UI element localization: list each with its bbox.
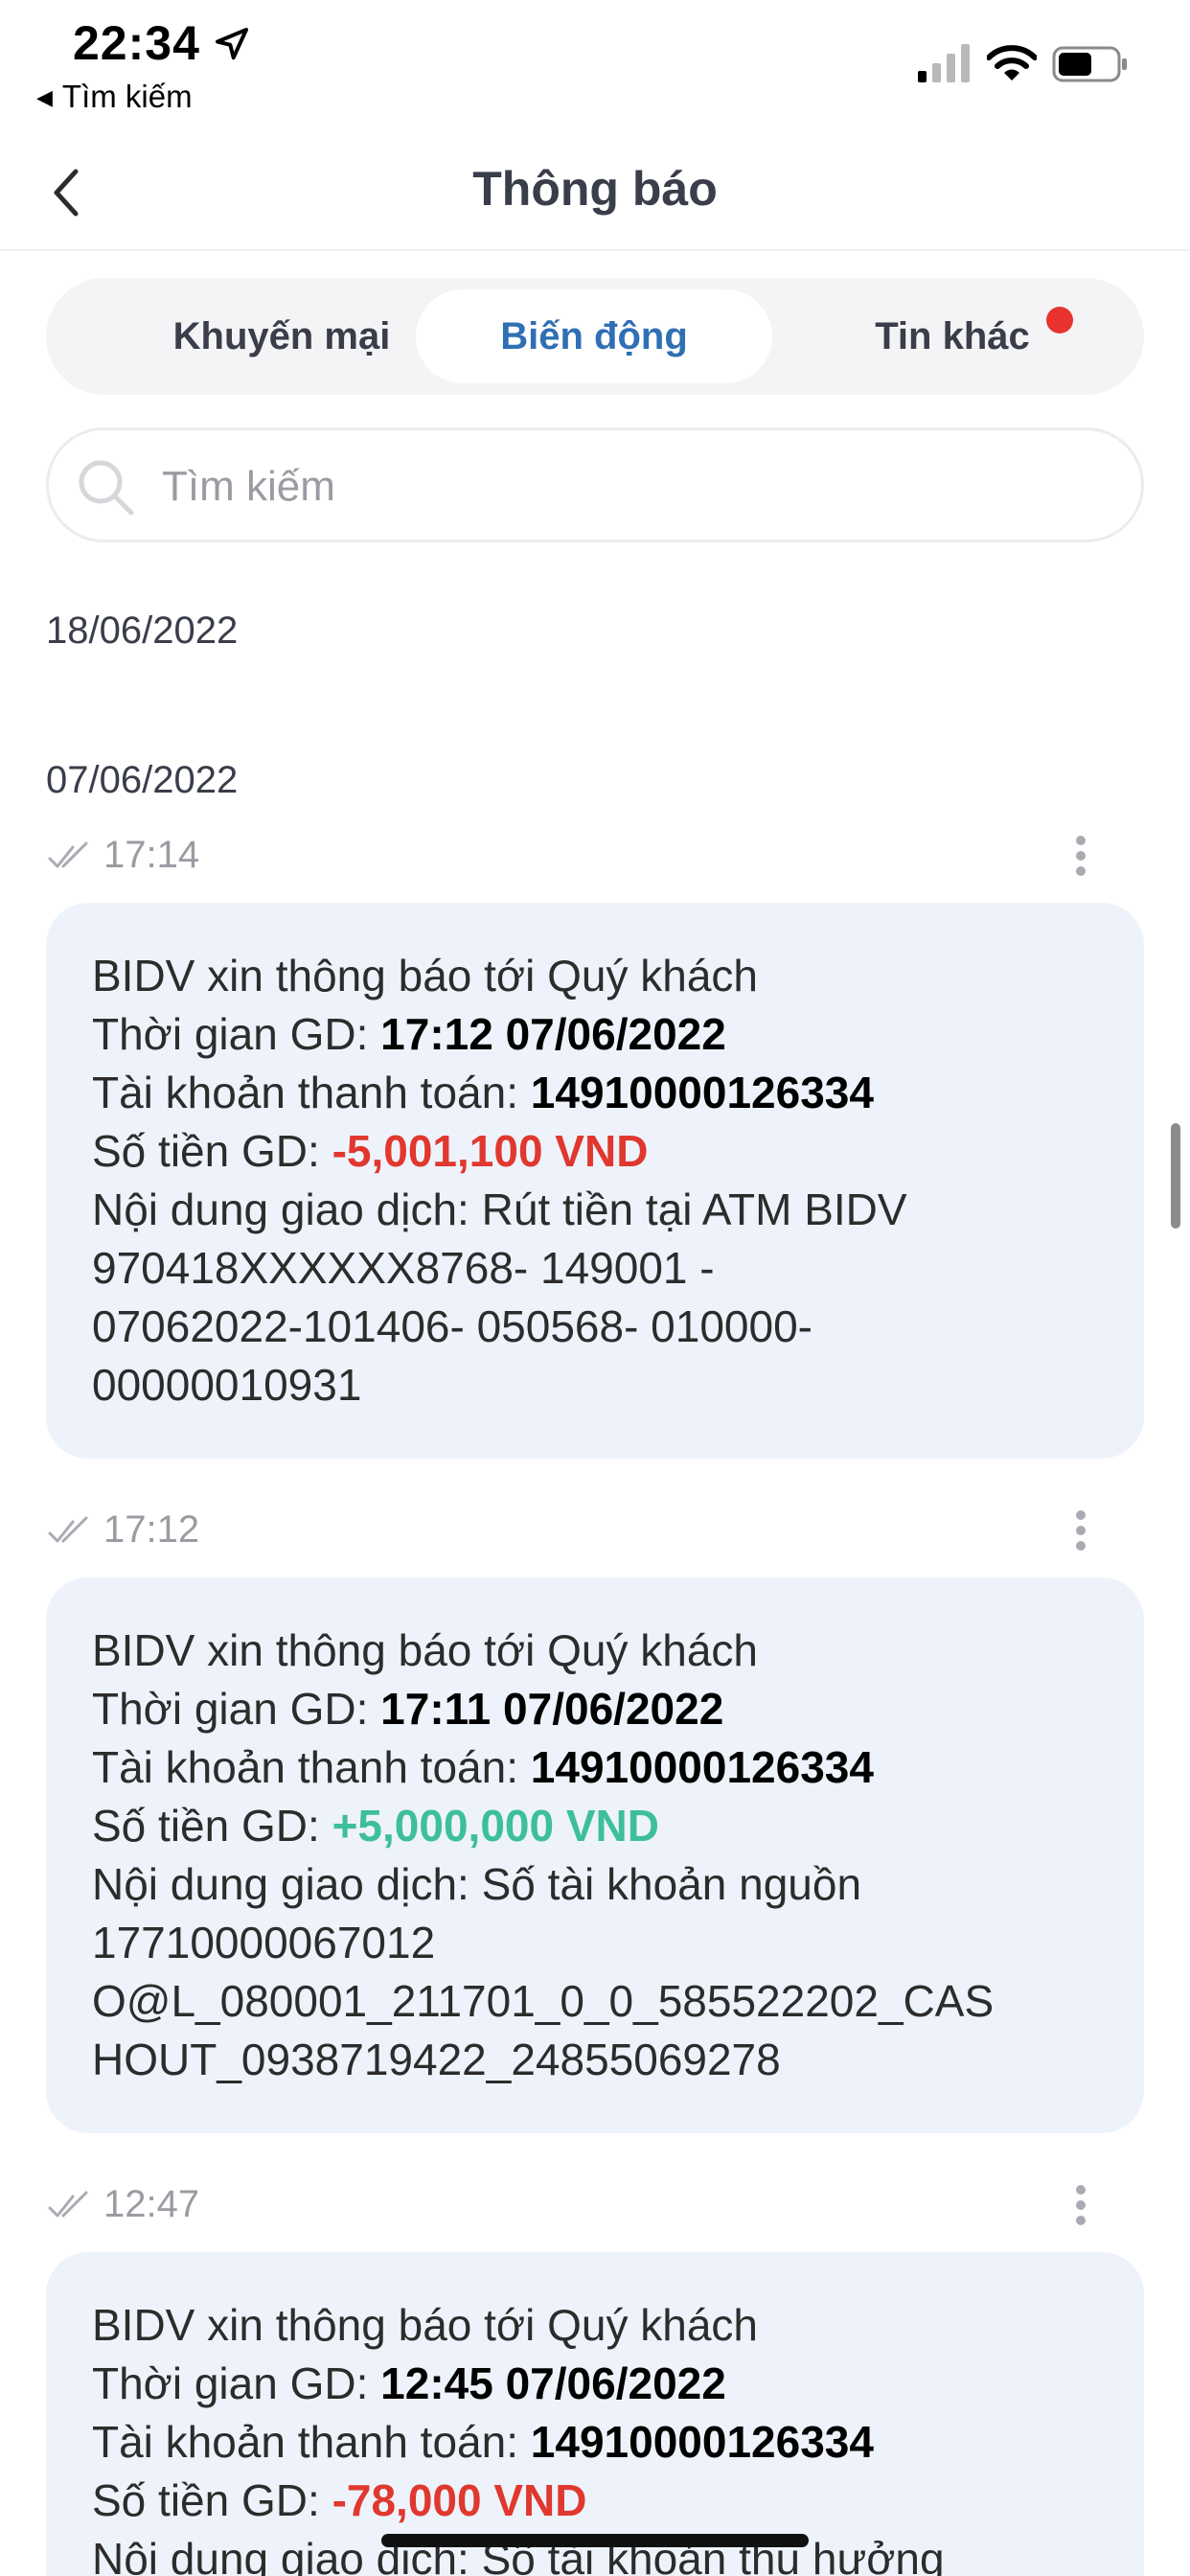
tx-time-label: Thời gian GD: xyxy=(92,1009,381,1059)
card-heading: BIDV xin thông báo tới Quý khách xyxy=(92,1625,758,1675)
tx-time: 17:11 07/06/2022 xyxy=(380,1684,724,1734)
tab-label: Biến động xyxy=(500,314,688,357)
wifi-icon xyxy=(987,45,1037,80)
account-number: 14910000126334 xyxy=(530,2417,874,2467)
content-line: 17710000067012 xyxy=(92,1918,436,1967)
tx-time-label: Thời gian GD: xyxy=(92,2358,381,2408)
notification-tabs: Khuyến mại Biến động Tin khác xyxy=(46,278,1144,395)
transaction-card[interactable]: BIDV xin thông báo tới Quý khách Thời gi… xyxy=(46,2252,1144,2576)
search-placeholder: Tìm kiếm xyxy=(162,463,335,510)
content-line: 07062022-101406- 050568- 010000- xyxy=(92,1301,812,1351)
content-line: Nội dung giao dịch: Số tài khoản nguồn xyxy=(92,1859,862,1909)
tab-label: Tin khác xyxy=(875,314,1030,357)
message-time-row: 17:14 xyxy=(48,834,1144,882)
amount-label: Số tiền GD: xyxy=(92,2475,332,2525)
message-time-row: 12:47 xyxy=(48,2183,1144,2231)
search-icon xyxy=(79,460,134,516)
more-vertical-icon[interactable] xyxy=(1075,836,1087,880)
transaction-card[interactable]: BIDV xin thông báo tới Quý khách Thời gi… xyxy=(46,903,1144,1459)
back-to-app-link[interactable]: ◀ Tìm kiếm xyxy=(36,79,193,115)
date-header: 07/06/2022 xyxy=(46,759,239,801)
tx-time-label: Thời gian GD: xyxy=(92,1684,381,1734)
tab-label: Khuyến mại xyxy=(172,314,391,357)
location-arrow-icon xyxy=(216,28,248,60)
transaction-card[interactable]: BIDV xin thông báo tới Quý khách Thời gi… xyxy=(46,1577,1144,2133)
back-app-label: Tìm kiếm xyxy=(61,79,193,114)
more-vertical-icon[interactable] xyxy=(1075,2185,1087,2229)
message-time: 17:14 xyxy=(103,834,200,876)
status-time: 22:34 xyxy=(73,16,200,70)
date-header: 18/06/2022 xyxy=(46,610,239,652)
message-time-row: 17:12 xyxy=(48,1508,1144,1556)
search-input[interactable]: Tìm kiếm xyxy=(46,427,1144,542)
account-number: 14910000126334 xyxy=(530,1068,874,1117)
double-check-icon xyxy=(48,841,88,868)
card-heading: BIDV xin thông báo tới Quý khách xyxy=(92,951,758,1000)
battery-icon xyxy=(1052,46,1127,82)
double-check-icon xyxy=(48,1516,88,1543)
account-label: Tài khoản thanh toán: xyxy=(92,2417,531,2467)
tx-time: 17:12 07/06/2022 xyxy=(380,1009,726,1059)
amount-value: -5,001,100 VND xyxy=(332,1126,649,1176)
page-title: Thông báo xyxy=(472,162,718,216)
content-line: Nội dung giao dịch: Rút tiền tại ATM BID… xyxy=(92,1184,907,1234)
tab-tin-khac[interactable]: Tin khác xyxy=(774,289,1131,383)
double-check-icon xyxy=(48,2191,88,2218)
tab-khuyen-mai[interactable]: Khuyến mại xyxy=(103,289,460,383)
back-triangle-icon: ◀ xyxy=(36,85,53,109)
content-line: 00000010931 xyxy=(92,1360,362,1410)
tx-time: 12:45 07/06/2022 xyxy=(380,2358,726,2408)
message-time: 17:12 xyxy=(103,1508,200,1551)
account-number: 14910000126334 xyxy=(530,1742,874,1792)
navigation-header: Thông báo xyxy=(0,134,1190,251)
content-line: 970418XXXXXX8768- 149001 - xyxy=(92,1243,715,1293)
message-time: 12:47 xyxy=(103,2183,200,2225)
signal-icon xyxy=(918,44,970,82)
unread-badge xyxy=(1046,307,1073,334)
more-vertical-icon[interactable] xyxy=(1075,1510,1087,1554)
card-heading: BIDV xin thông báo tới Quý khách xyxy=(92,2300,758,2350)
amount-label: Số tiền GD: xyxy=(92,1126,332,1176)
home-indicator[interactable] xyxy=(381,2534,809,2547)
content-line: O@L_080001_211701_0_0_585522202_CAS xyxy=(92,1976,995,2026)
amount-value: +5,000,000 VND xyxy=(332,1801,659,1851)
amount-value: -78,000 VND xyxy=(332,2475,587,2525)
account-label: Tài khoản thanh toán: xyxy=(92,1068,531,1117)
amount-label: Số tiền GD: xyxy=(92,1801,332,1851)
scrollbar[interactable] xyxy=(1171,1123,1180,1229)
status-bar: 22:34 ◀ Tìm kiếm xyxy=(0,0,1190,125)
tab-bien-dong[interactable]: Biến động xyxy=(416,289,772,383)
account-label: Tài khoản thanh toán: xyxy=(92,1742,531,1792)
content-line: HOUT_0938719422_24855069278 xyxy=(92,2035,781,2084)
